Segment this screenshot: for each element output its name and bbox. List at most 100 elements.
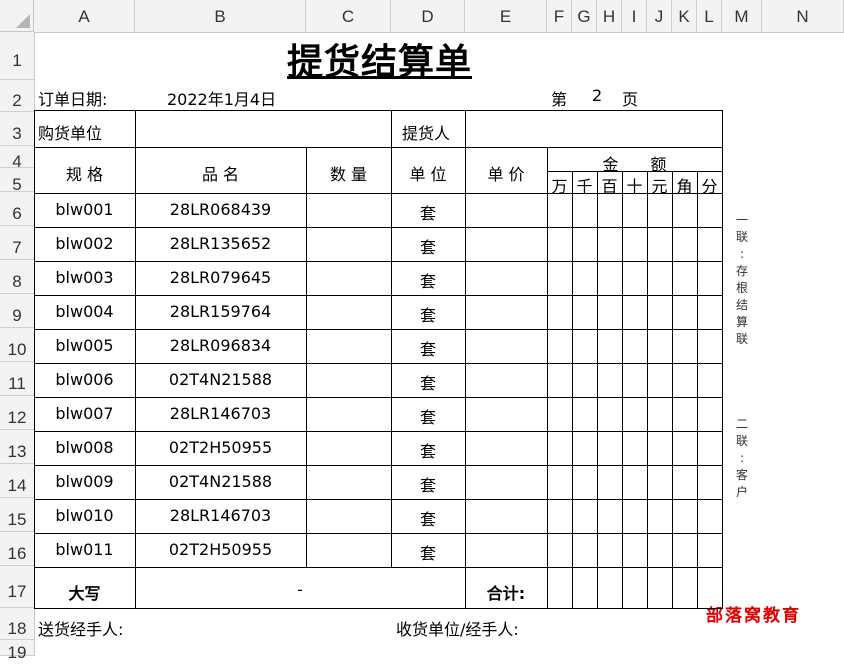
row-header-16[interactable]: 16 bbox=[0, 532, 34, 566]
column-header-h[interactable]: H bbox=[597, 0, 622, 32]
column-header-d[interactable]: D bbox=[391, 0, 465, 32]
watermark: 部落窝教育 bbox=[706, 606, 801, 626]
cell-spec[interactable]: blw002 bbox=[34, 234, 135, 253]
row-header-4[interactable]: 4 bbox=[0, 146, 34, 171]
grid-line-h bbox=[34, 261, 723, 262]
cell-unit[interactable]: 套 bbox=[391, 540, 465, 564]
grid-line-v bbox=[547, 147, 548, 609]
row-header-5[interactable]: 5 bbox=[0, 168, 34, 194]
header-unit: 单 位 bbox=[409, 165, 447, 184]
page-number: 2 bbox=[592, 86, 603, 105]
column-header-m[interactable]: M bbox=[722, 0, 762, 32]
cell-name[interactable]: 02T4N21588 bbox=[135, 472, 306, 491]
side-note-char: 根 bbox=[735, 281, 748, 295]
column-header-l[interactable]: L bbox=[697, 0, 722, 32]
row-header-1[interactable]: 1 bbox=[0, 32, 34, 80]
cell-spec[interactable]: blw011 bbox=[34, 540, 135, 559]
column-header-i[interactable]: I bbox=[622, 0, 647, 32]
side-note-char: 客 bbox=[735, 468, 748, 482]
cell-spec[interactable]: blw007 bbox=[34, 404, 135, 423]
row-header-11[interactable]: 11 bbox=[0, 362, 34, 396]
receiver-label: 收货单位/经手人: bbox=[396, 620, 519, 639]
column-header-b[interactable]: B bbox=[135, 0, 306, 32]
cell-spec[interactable]: blw010 bbox=[34, 506, 135, 525]
cell-name[interactable]: 28LR068439 bbox=[135, 200, 306, 219]
cell-spec[interactable]: blw001 bbox=[34, 200, 135, 219]
cell-unit[interactable]: 套 bbox=[391, 472, 465, 496]
column-header-g[interactable]: G bbox=[572, 0, 597, 32]
row-header-13[interactable]: 13 bbox=[0, 430, 34, 464]
row-header-14[interactable]: 14 bbox=[0, 464, 34, 498]
cell-spec[interactable]: blw008 bbox=[34, 438, 135, 457]
select-all-corner[interactable] bbox=[0, 0, 34, 32]
cell-spec[interactable]: blw009 bbox=[34, 472, 135, 491]
page-suffix: 页 bbox=[622, 90, 639, 109]
cell-name[interactable]: 28LR096834 bbox=[135, 336, 306, 355]
row-header-7[interactable]: 7 bbox=[0, 226, 34, 260]
cell-unit[interactable]: 套 bbox=[391, 234, 465, 258]
header-spec: 规 格 bbox=[65, 165, 104, 184]
column-header-e[interactable]: E bbox=[465, 0, 547, 32]
grid-line-h bbox=[34, 147, 723, 148]
column-header-c[interactable]: C bbox=[306, 0, 391, 32]
grid-line-h bbox=[34, 193, 723, 194]
side-note-char: : bbox=[739, 247, 745, 261]
grid-line-h bbox=[34, 465, 723, 466]
cell-name[interactable]: 02T2H50955 bbox=[135, 438, 306, 457]
column-header-f[interactable]: F bbox=[547, 0, 572, 32]
header-name: 品 名 bbox=[201, 165, 240, 184]
row-header-12[interactable]: 12 bbox=[0, 396, 34, 430]
cell-name[interactable]: 28LR146703 bbox=[135, 506, 306, 525]
side-note-char: 算 bbox=[735, 315, 748, 329]
cell-unit[interactable]: 套 bbox=[391, 200, 465, 224]
grid-line-h bbox=[34, 363, 723, 364]
header-price: 单 价 bbox=[487, 165, 525, 184]
cell-spec[interactable]: blw006 bbox=[34, 370, 135, 389]
cell-unit[interactable]: 套 bbox=[391, 438, 465, 462]
cell-spec[interactable]: blw004 bbox=[34, 302, 135, 321]
grid-line-h bbox=[34, 110, 723, 111]
cell-name[interactable]: 28LR159764 bbox=[135, 302, 306, 321]
cell-unit[interactable]: 套 bbox=[391, 404, 465, 428]
cell-unit[interactable]: 套 bbox=[391, 336, 465, 360]
row-header-15[interactable]: 15 bbox=[0, 498, 34, 532]
row-header-2[interactable]: 2 bbox=[0, 80, 34, 112]
row-header-8[interactable]: 8 bbox=[0, 260, 34, 294]
side-note-char: 联 bbox=[735, 434, 748, 448]
cell-name[interactable]: 02T4N21588 bbox=[135, 370, 306, 389]
row-header-17[interactable]: 17 bbox=[0, 566, 34, 608]
picker-label: 提货人 bbox=[402, 124, 451, 143]
side-note-char: : bbox=[739, 451, 745, 465]
column-header-j[interactable]: J bbox=[647, 0, 672, 32]
cell-name[interactable]: 28LR135652 bbox=[135, 234, 306, 253]
cell-unit[interactable]: 套 bbox=[391, 506, 465, 530]
column-header-bar: ABCDEFGHIJKLMN bbox=[0, 0, 844, 33]
cell-spec[interactable]: blw003 bbox=[34, 268, 135, 287]
row-header-bar: 1 2 3 4 5 6 7 8 9 10 11 12 13 14 15 16 17 18 19 bbox=[0, 32, 35, 662]
column-header-a[interactable]: A bbox=[34, 0, 135, 32]
cell-name[interactable]: 28LR146703 bbox=[135, 404, 306, 423]
cell-unit[interactable]: 套 bbox=[391, 302, 465, 326]
row-header-18[interactable]: 18 bbox=[0, 608, 34, 640]
row-header-6[interactable]: 6 bbox=[0, 192, 34, 226]
grid-line-v bbox=[572, 171, 573, 609]
side-note-char: 一 bbox=[735, 213, 748, 227]
row-header-3[interactable]: 3 bbox=[0, 112, 34, 146]
row-header-9[interactable]: 9 bbox=[0, 294, 34, 328]
column-header-n[interactable]: N bbox=[762, 0, 844, 32]
grid-line-h bbox=[34, 329, 723, 330]
cell-unit[interactable]: 套 bbox=[391, 268, 465, 292]
cell-name[interactable]: 02T2H50955 bbox=[135, 540, 306, 559]
cell-spec[interactable]: blw005 bbox=[34, 336, 135, 355]
grid-line-v bbox=[622, 171, 623, 609]
side-note-char: 联 bbox=[735, 332, 748, 346]
side-note-char: 结 bbox=[735, 298, 748, 312]
column-header-k[interactable]: K bbox=[672, 0, 697, 32]
row-header-10[interactable]: 10 bbox=[0, 328, 34, 362]
grid-line-h bbox=[34, 499, 723, 500]
row-header-19[interactable]: 19 bbox=[0, 640, 34, 662]
cell-name[interactable]: 28LR079645 bbox=[135, 268, 306, 287]
cell-unit[interactable]: 套 bbox=[391, 370, 465, 394]
buyer-label: 购货单位 bbox=[38, 124, 103, 143]
order-date-label: 订单日期: bbox=[38, 90, 108, 109]
